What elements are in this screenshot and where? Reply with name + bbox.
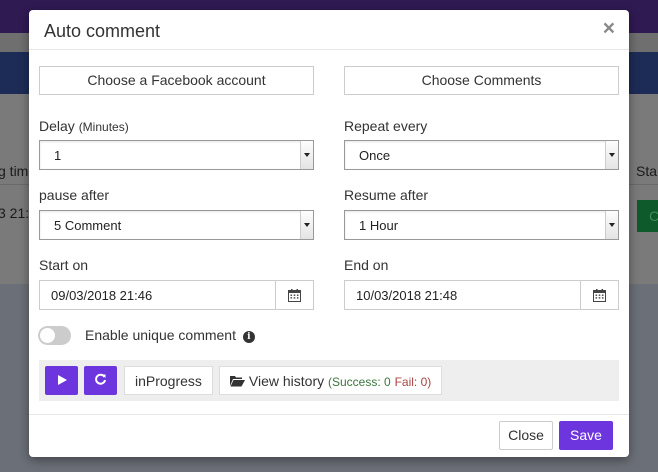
choose-facebook-account-button[interactable]: Choose a Facebook account: [39, 66, 314, 95]
delay-value: 1: [54, 148, 62, 163]
start-date-field[interactable]: 09/03/2018 21:46: [39, 280, 314, 310]
end-label: End on: [344, 257, 389, 273]
close-icon[interactable]: ×: [603, 17, 615, 41]
actions-bar: inProgress View history (Success: 0 Fail…: [39, 360, 619, 401]
pause-label: pause after: [39, 187, 110, 203]
refresh-button[interactable]: [84, 366, 117, 395]
success-count: Success: 0: [332, 375, 391, 389]
repeat-label: Repeat every: [344, 118, 428, 134]
footer-divider: [29, 414, 629, 415]
close-button[interactable]: Close: [499, 421, 553, 450]
start-label: Start on: [39, 257, 89, 273]
modal-title: Auto comment: [44, 21, 161, 41]
unique-comment-label-text: Enable unique comment: [85, 327, 236, 343]
unique-comment-toggle[interactable]: [38, 326, 71, 345]
fail-count: Fail: 0: [394, 375, 428, 389]
delay-unit-label: (Minutes): [78, 120, 129, 134]
background-column-header: g tim: [0, 163, 29, 179]
calendar-icon[interactable]: [275, 281, 313, 309]
background-action-button: C: [637, 200, 658, 232]
modal-header: Auto comment ×: [29, 10, 629, 50]
resume-value: 1 Hour: [359, 218, 399, 233]
delay-label: Delay (Minutes): [39, 118, 129, 134]
chevron-down-icon: [605, 211, 618, 239]
chevron-down-icon: [605, 141, 618, 169]
choose-comments-button[interactable]: Choose Comments: [344, 66, 619, 95]
background-status-header: Sta: [636, 163, 658, 179]
end-date-value: 10/03/2018 21:48: [356, 288, 458, 303]
repeat-value: Once: [359, 148, 391, 163]
view-history-label: View history: [248, 373, 325, 389]
delay-select[interactable]: 1: [39, 140, 314, 170]
resume-label: Resume after: [344, 187, 429, 203]
pause-select[interactable]: 5 Comment: [39, 210, 314, 240]
status-button[interactable]: inProgress: [124, 366, 213, 395]
refresh-icon: [94, 373, 107, 389]
repeat-select[interactable]: Once: [344, 140, 619, 170]
chevron-down-icon: [300, 211, 313, 239]
save-button[interactable]: Save: [559, 421, 613, 450]
calendar-icon[interactable]: [580, 281, 618, 309]
resume-select[interactable]: 1 Hour: [344, 210, 619, 240]
delay-label-text: Delay: [39, 118, 75, 134]
pause-value: 5 Comment: [54, 218, 122, 233]
end-date-field[interactable]: 10/03/2018 21:48: [344, 280, 619, 310]
unique-comment-label: Enable unique comment i: [85, 327, 255, 343]
info-icon[interactable]: i: [242, 331, 255, 343]
play-button[interactable]: [45, 366, 78, 395]
auto-comment-modal: Auto comment × Choose a Facebook account…: [29, 10, 629, 457]
play-icon: [56, 373, 68, 389]
chevron-down-icon: [300, 141, 313, 169]
folder-open-icon: [230, 373, 245, 389]
view-history-button[interactable]: View history (Success: 0 Fail: 0): [219, 366, 443, 395]
start-date-value: 09/03/2018 21:46: [51, 288, 153, 303]
